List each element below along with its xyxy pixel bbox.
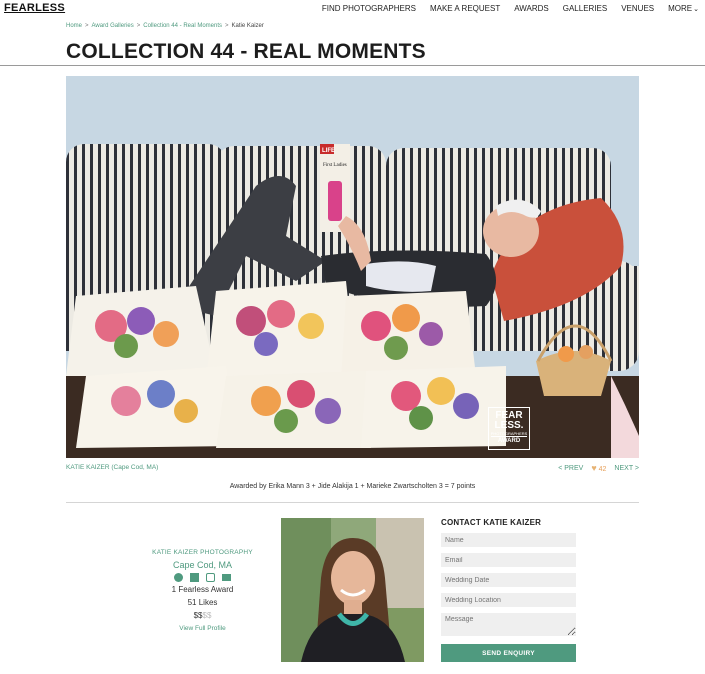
next-button[interactable]: NEXT > [614, 465, 639, 472]
photo-illustration: LIFE First Ladies [66, 76, 639, 458]
nav-more-label: MORE [668, 4, 693, 13]
page-title: COLLECTION 44 - REAL MOMENTS [66, 40, 426, 63]
breadcrumb-current: Katie Kaizer [231, 23, 264, 29]
fearless-award-badge: FEAR LESS. PHOTOGRAPHERS AWARD [488, 407, 530, 450]
award-photo[interactable]: LIFE First Ladies [66, 76, 639, 458]
nav-find-photographers[interactable]: FIND PHOTOGRAPHERS [322, 4, 416, 13]
breadcrumb-home[interactable]: Home [66, 23, 82, 29]
like-count: 42 [598, 466, 607, 473]
wedding-date-field[interactable] [441, 573, 576, 587]
nav-awards[interactable]: AWARDS [514, 4, 549, 13]
email-field[interactable] [441, 553, 576, 567]
send-enquiry-button[interactable]: SEND ENQUIRY [441, 644, 576, 662]
site-logo[interactable]: FEARLESS [4, 2, 65, 14]
mail-icon[interactable] [222, 574, 231, 581]
contact-heading: CONTACT KATIE KAIZER [441, 518, 542, 527]
breadcrumb-separator: > [225, 23, 229, 29]
heart-icon: ♥ [591, 463, 597, 473]
price-active: $$ [193, 611, 203, 620]
wedding-location-field[interactable] [441, 593, 576, 607]
photo-pager: < PREV ♥ 42 NEXT > [558, 463, 639, 473]
profile-likes: 51 Likes [187, 598, 218, 607]
photographer-profile: KATIE KAIZER PHOTOGRAPHY Cape Cod, MA 1 … [140, 546, 265, 635]
breadcrumb-separator: > [85, 23, 89, 29]
badge-award: AWARD [491, 436, 527, 445]
nav-venues[interactable]: VENUES [621, 4, 654, 13]
message-field[interactable] [441, 613, 576, 636]
badge-title: FEAR LESS. [494, 410, 524, 431]
title-divider [0, 65, 705, 66]
prev-button[interactable]: < PREV [558, 465, 583, 472]
main-nav: FIND PHOTOGRAPHERS MAKE A REQUEST AWARDS… [322, 4, 699, 13]
globe-icon[interactable] [174, 573, 183, 582]
photographer-headshot [281, 518, 424, 662]
contact-form: CONTACT KATIE KAIZER SEND ENQUIRY [441, 518, 576, 662]
headshot-illustration [281, 518, 424, 662]
like-button[interactable]: ♥ 42 [591, 463, 606, 473]
chevron-down-icon: ⌄ [693, 6, 699, 13]
section-divider [66, 502, 639, 503]
studio-location: Cape Cod, MA [172, 560, 233, 570]
social-links [140, 573, 265, 582]
top-bar: FEARLESS FIND PHOTOGRAPHERS MAKE A REQUE… [0, 0, 705, 18]
name-field[interactable] [441, 533, 576, 547]
nav-galleries[interactable]: GALLERIES [563, 4, 607, 13]
price-level: $$$$ [140, 609, 265, 622]
nav-make-request[interactable]: MAKE A REQUEST [430, 4, 500, 13]
breadcrumb: Home > Award Galleries > Collection 44 -… [66, 23, 264, 29]
nav-more[interactable]: MORE⌄ [668, 4, 699, 13]
view-profile-link[interactable]: View Full Profile [140, 622, 265, 635]
awarded-by-text: Awarded by Erika Mann 3 + Jide Alakija 1… [229, 483, 476, 490]
breadcrumb-collection[interactable]: Collection 44 - Real Moments [143, 23, 222, 29]
photographer-link[interactable]: KATIE KAIZER (Cape Cod, MA) [66, 464, 158, 471]
facebook-icon[interactable] [190, 573, 199, 582]
breadcrumb-separator: > [136, 23, 141, 29]
instagram-icon[interactable] [206, 573, 215, 582]
badge-subtitle: PHOTOGRAPHERS [490, 431, 528, 436]
breadcrumb-award-galleries[interactable]: Award Galleries [92, 23, 134, 29]
studio-name[interactable]: KATIE KAIZER PHOTOGRAPHY [140, 546, 265, 559]
magazine-title: LIFE [322, 148, 335, 154]
price-inactive: $$ [202, 611, 212, 620]
award-count: 1 Fearless Award [171, 585, 234, 594]
magazine-cover-text: First Ladies [323, 163, 347, 168]
